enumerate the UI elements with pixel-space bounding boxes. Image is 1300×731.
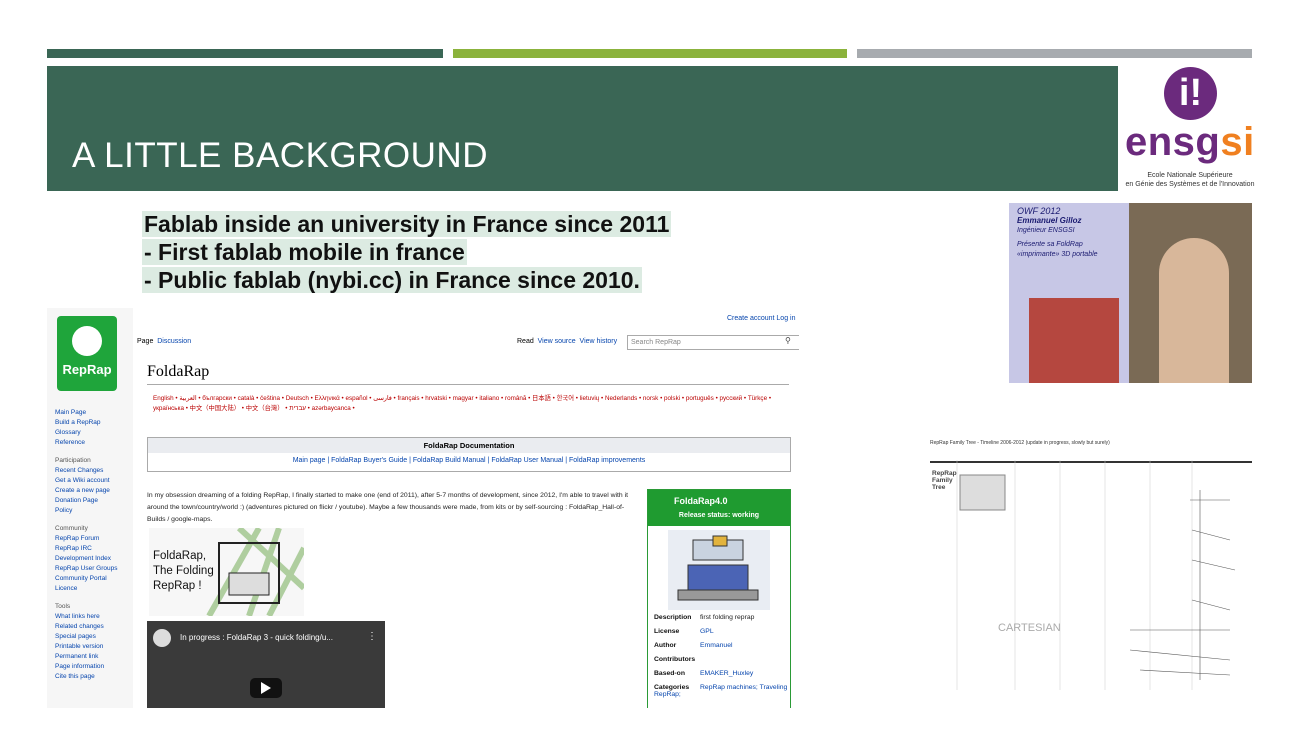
bullet-2: - First fablab mobile in france	[142, 239, 467, 265]
infobox-key: Contributors	[654, 656, 696, 663]
reprap-logo[interactable]: RepRap	[57, 316, 117, 391]
tab-discussion[interactable]: Discussion	[157, 338, 191, 345]
slide-title: A LITTLE BACKGROUND	[72, 136, 488, 175]
sidebar-heading-community: Community	[55, 525, 88, 532]
printer-render-image	[668, 530, 770, 610]
infobox-key: Description	[654, 614, 692, 621]
infobox-value: first folding reprap	[700, 614, 755, 621]
tab-page[interactable]: Page	[137, 338, 153, 345]
tab-read[interactable]: Read	[517, 338, 534, 345]
infobox-row: Contributors	[654, 656, 700, 663]
bullet-1: Fablab inside an university in France si…	[142, 211, 672, 237]
sidebar-tools-link[interactable]: Page information	[55, 662, 118, 672]
tab-view-history[interactable]: View history	[580, 338, 618, 345]
infobox-row: License GPL	[654, 628, 714, 635]
sidebar-community-link[interactable]: Licence	[55, 584, 118, 594]
sidebar-tools-link[interactable]: Printable version	[55, 642, 118, 652]
sidebar-nav-link[interactable]: Build a RepRap	[55, 418, 118, 428]
sidebar-tools-link[interactable]: Related changes	[55, 622, 118, 632]
sidebar-heading-tools: Tools	[55, 603, 71, 610]
drop-icon	[72, 326, 102, 356]
sidebar-links: Main Page Build a RepRap Glossary Reference…	[55, 408, 118, 682]
presentation-photo: OWF 2012 Emmanuel Gilloz Ingénieur ENSGS…	[1009, 203, 1252, 383]
infobox-value[interactable]: EMAKER_Huxley	[700, 670, 753, 677]
language-links[interactable]: English • العربية • български • català •…	[153, 394, 793, 414]
sidebar-community-link[interactable]: Community Portal	[55, 574, 118, 584]
photo-printer	[1029, 298, 1119, 383]
sidebar-tools-link[interactable]: Cite this page	[55, 672, 118, 682]
accent-bar-green	[47, 49, 443, 58]
title-divider	[147, 384, 789, 385]
ensgsi-logo-subtitle: Ecole Nationale Supérieure en Génie des …	[1125, 172, 1255, 188]
sidebar-community-link[interactable]: RepRap Forum	[55, 534, 118, 544]
bullet-3: - Public fablab (nybi.cc) in France sinc…	[142, 267, 642, 293]
infobox-value[interactable]: GPL	[700, 628, 714, 635]
infobox-header: FoldaRap4.0 Release status: working	[648, 490, 790, 526]
tree-label-cartesian: CARTESIAN	[998, 622, 1061, 634]
infobox-value[interactable]: Emmanuel	[700, 642, 733, 649]
sidebar-community-link[interactable]: RepRap User Groups	[55, 564, 118, 574]
sidebar-tools-link[interactable]: What links here	[55, 612, 118, 622]
doc-box-header: FoldaRap Documentation	[148, 438, 790, 453]
infobox-key: License	[654, 628, 680, 635]
sidebar-participation-link[interactable]: Get a Wiki account	[55, 476, 118, 486]
reprap-family-tree: RepRap Family Tree - Timeline 2006-2012 …	[930, 440, 1252, 690]
reprap-wiki-screenshot: RepRap Main Page Build a RepRap Glossary Re…	[47, 308, 799, 708]
infobox-row: Description first folding reprap	[654, 614, 754, 621]
tree-label-family: RepRap Family Tree	[932, 470, 957, 491]
ensgsi-logo-word: ensgsi	[1125, 120, 1255, 164]
sidebar-participation-link[interactable]: Recent Changes	[55, 466, 118, 476]
page-tabs: Page Discussion	[137, 338, 191, 345]
tree-diagram	[930, 460, 1252, 690]
more-icon[interactable]: ⋮	[367, 631, 377, 642]
wiki-search-input[interactable]: Search RepRap	[627, 335, 799, 350]
doc-box-links[interactable]: Main page | FoldaRap Buyer's Guide | Fol…	[148, 453, 790, 469]
infobox-key: Based-on	[654, 670, 685, 677]
documentation-box: FoldaRap Documentation Main page | Folda…	[147, 437, 791, 472]
play-button[interactable]	[250, 678, 282, 698]
tab-view-source[interactable]: View source	[538, 338, 576, 345]
sidebar-tools-link[interactable]: Special pages	[55, 632, 118, 642]
ensgsi-logo-mark: i!	[1164, 67, 1217, 120]
intro-paragraph: In my obsession dreaming of a folding Re…	[147, 492, 628, 523]
infobox-key: Categories	[654, 684, 690, 691]
search-icon[interactable]: ⚲	[785, 336, 791, 345]
view-tabs: Read View source View history	[517, 338, 617, 345]
sidebar-participation-link[interactable]: Policy	[55, 506, 118, 516]
video-title[interactable]: In progress : FoldaRap 3 - quick folding…	[180, 633, 333, 642]
video-avatar	[153, 629, 171, 647]
sidebar-participation-link[interactable]: Create a new page	[55, 486, 118, 496]
infobox-row: Categories RepRap machines; Traveling Rep…	[654, 684, 790, 698]
wiki-page-title: FoldaRap	[147, 363, 210, 380]
infobox-row: Author Emmanuel	[654, 642, 733, 649]
sidebar-community-link[interactable]: Development Index	[55, 554, 118, 564]
accent-bar-gray	[857, 49, 1252, 58]
sidebar-nav-link[interactable]: Main Page	[55, 408, 118, 418]
sidebar-heading-participation: Participation	[55, 457, 91, 464]
infobox-row: Based-on EMAKER_Huxley	[654, 670, 753, 677]
infobox-key: Author	[654, 642, 677, 649]
accent-bar-lime	[453, 49, 847, 58]
photo-person	[1159, 238, 1229, 383]
tree-title: RepRap Family Tree - Timeline 2006-2012 …	[930, 440, 1110, 446]
sidebar-community-link[interactable]: RepRap IRC	[55, 544, 118, 554]
account-links[interactable]: Create account Log in	[727, 315, 796, 322]
sidebar-participation-link[interactable]: Donation Page	[55, 496, 118, 506]
sidebar-tools-link[interactable]: Permanent link	[55, 652, 118, 662]
bullet-list: Fablab inside an university in France si…	[142, 210, 672, 294]
sidebar-nav-link[interactable]: Reference	[55, 438, 118, 448]
foldarap-caption: FoldaRap, The Folding RepRap !	[153, 550, 214, 592]
photo-caption: OWF 2012 Emmanuel Gilloz Ingénieur ENSGS…	[1017, 206, 1098, 258]
sidebar-nav-link[interactable]: Glossary	[55, 428, 118, 438]
infobox: FoldaRap4.0 Release status: working Desc…	[647, 489, 791, 708]
